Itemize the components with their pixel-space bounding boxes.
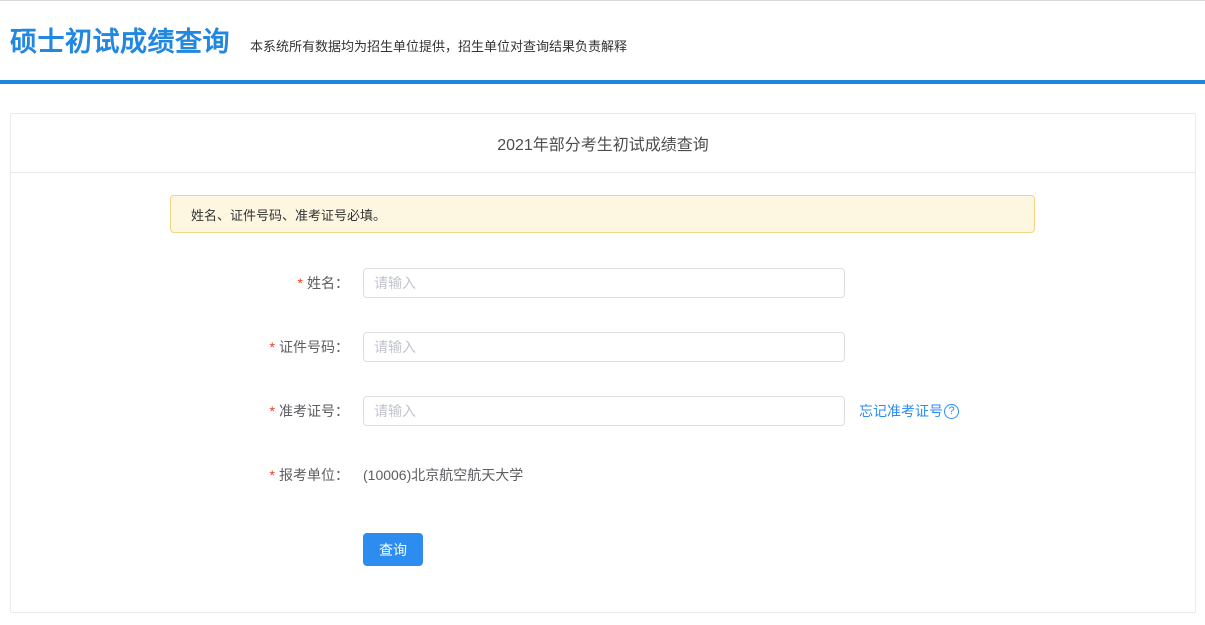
button-row: 查询 xyxy=(11,533,1195,566)
ticket-number-input[interactable] xyxy=(363,396,845,426)
target-unit-value: (10006)北京航空航天大学 xyxy=(363,465,523,485)
ticket-number-label-text: 准考证号： xyxy=(279,403,349,419)
score-query-form: *姓名： *证件号码： *准考证号： 忘记准考证号? *报考单位： (10006… xyxy=(11,268,1195,566)
name-label-text: 姓名： xyxy=(307,275,349,291)
query-panel: 2021年部分考生初试成绩查询 姓名、证件号码、准考证号必填。 *姓名： *证件… xyxy=(10,113,1196,613)
id-number-label: *证件号码： xyxy=(11,337,349,357)
form-row-target-unit: *报考单位： (10006)北京航空航天大学 xyxy=(11,460,1195,490)
required-asterisk: * xyxy=(270,403,275,419)
page-header: 硕士初试成绩查询 本系统所有数据均为招生单位提供，招生单位对查询结果负责解释 xyxy=(0,0,1205,80)
required-fields-alert: 姓名、证件号码、准考证号必填。 xyxy=(170,195,1035,233)
ticket-number-label: *准考证号： xyxy=(11,401,349,421)
page-title: 硕士初试成绩查询 xyxy=(10,28,230,58)
header-divider-bar xyxy=(0,80,1205,84)
required-asterisk: * xyxy=(270,339,275,355)
form-row-id-number: *证件号码： xyxy=(11,332,1195,362)
id-number-input[interactable] xyxy=(363,332,845,362)
required-asterisk: * xyxy=(270,467,275,483)
alert-text: 姓名、证件号码、准考证号必填。 xyxy=(191,205,386,224)
name-input[interactable] xyxy=(363,268,845,298)
question-circle-icon: ? xyxy=(944,404,959,419)
form-row-name: *姓名： xyxy=(11,268,1195,298)
panel-title: 2021年部分考生初试成绩查询 xyxy=(497,131,709,155)
form-row-ticket-number: *准考证号： 忘记准考证号? xyxy=(11,396,1195,426)
panel-title-row: 2021年部分考生初试成绩查询 xyxy=(11,114,1195,173)
forget-ticket-link[interactable]: 忘记准考证号? xyxy=(859,401,959,421)
forget-ticket-link-text: 忘记准考证号 xyxy=(859,401,943,421)
id-number-label-text: 证件号码： xyxy=(279,339,349,355)
required-asterisk: * xyxy=(298,275,303,291)
panel-body: 姓名、证件号码、准考证号必填。 *姓名： *证件号码： *准考证号： 忘记准考证… xyxy=(11,173,1195,566)
name-label: *姓名： xyxy=(11,273,349,293)
query-button[interactable]: 查询 xyxy=(363,533,423,566)
page-subtitle: 本系统所有数据均为招生单位提供，招生单位对查询结果负责解释 xyxy=(250,36,627,58)
target-unit-label: *报考单位： xyxy=(11,465,349,485)
target-unit-label-text: 报考单位： xyxy=(279,467,349,483)
